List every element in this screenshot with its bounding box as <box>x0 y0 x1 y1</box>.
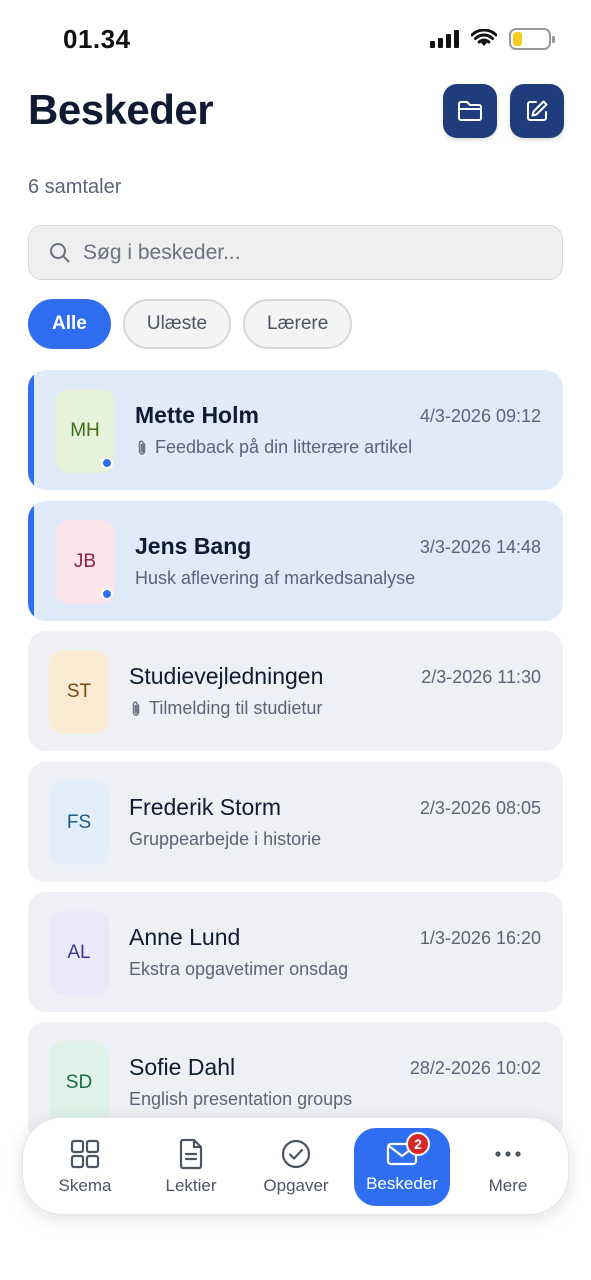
filter-all[interactable]: Alle <box>28 299 111 349</box>
message-sender: Studievejledningen <box>129 663 324 689</box>
compose-icon <box>527 100 548 121</box>
avatar-initials: MH <box>70 420 100 441</box>
message-subject: Gruppearbejde i historie <box>129 829 321 850</box>
folder-icon <box>458 101 482 121</box>
unread-dot <box>101 588 113 600</box>
page-title: Beskeder <box>28 86 214 133</box>
message-subject: Tilmelding til studietur <box>129 698 322 719</box>
grid-icon <box>70 1139 100 1169</box>
folder-button[interactable] <box>443 84 497 138</box>
unread-count-badge: 2 <box>406 1132 430 1156</box>
tab-beskeder[interactable]: Beskeder 2 <box>354 1128 450 1206</box>
tab-skema[interactable]: Skema <box>37 1128 133 1206</box>
message-item-mette-holm[interactable]: MH Mette Holm 4/3-2026 09:12 Feedback på… <box>28 370 563 490</box>
message-item-frederik-storm[interactable]: FS Frederik Storm 2/3-2026 08:05 Gruppea… <box>28 762 563 882</box>
message-date: 1/3-2026 16:20 <box>419 928 541 948</box>
signal-icon <box>430 30 459 48</box>
message-sender: Mette Holm <box>135 402 259 428</box>
avatar: ST <box>49 650 109 734</box>
filter-chips: Alle Ulæste Lærere <box>28 299 353 349</box>
avatar-initials: JB <box>73 551 97 572</box>
filter-teachers[interactable]: Lærere <box>243 299 353 349</box>
more-dots-icon <box>495 1151 521 1157</box>
paperclip-icon <box>138 439 146 455</box>
tab-mere[interactable]: Mere <box>460 1128 556 1206</box>
message-date: 2/3-2026 08:05 <box>419 798 541 818</box>
unread-dot <box>101 457 113 469</box>
tab-label: Opgaver <box>263 1176 329 1195</box>
tab-label: Beskeder <box>366 1174 438 1193</box>
avatar-initials: ST <box>66 681 92 702</box>
status-time: 01.34 <box>63 24 131 54</box>
message-subject: English presentation groups <box>129 1089 352 1110</box>
avatar: SD <box>49 1041 109 1125</box>
tab-label: Lektier <box>165 1176 217 1195</box>
tab-lektier[interactable]: Lektier <box>143 1128 239 1206</box>
message-subject-text: Feedback på din litterære artikel <box>155 437 413 457</box>
message-subject-text: Ekstra opgavetimer onsdag <box>129 959 349 979</box>
paperclip-icon <box>132 700 140 716</box>
filter-unread[interactable]: Ulæste <box>122 299 232 349</box>
avatar: MH <box>55 389 115 473</box>
message-subject-text: English presentation groups <box>129 1089 353 1109</box>
message-date: 28/2-2026 10:02 <box>409 1058 541 1078</box>
avatar: AL <box>49 911 109 995</box>
message-subject: Husk aflevering af markedsanalyse <box>135 568 415 589</box>
document-icon <box>179 1138 203 1170</box>
message-sender: Jens Bang <box>135 533 252 559</box>
tab-opgaver[interactable]: Opgaver <box>248 1128 344 1206</box>
status-bar: 01.34 <box>0 0 591 78</box>
avatar: JB <box>55 520 115 604</box>
message-subject-text: Husk aflevering af markedsanalyse <box>135 568 416 588</box>
message-sender: Anne Lund <box>129 924 241 950</box>
message-item-anne-lund[interactable]: AL Anne Lund 1/3-2026 16:20 Ekstra opgav… <box>28 892 563 1012</box>
check-circle-icon <box>281 1139 311 1169</box>
message-subject: Ekstra opgavetimer onsdag <box>129 959 348 980</box>
tab-bar: Skema Lektier Opgaver Beskeder 2 Mere <box>22 1117 569 1215</box>
search-input[interactable] <box>83 240 523 265</box>
message-date: 2/3-2026 11:30 <box>421 667 541 687</box>
message-subject-text: Gruppearbejde i historie <box>129 829 322 849</box>
wifi-icon <box>471 29 497 46</box>
compose-button[interactable] <box>510 84 564 138</box>
status-icons <box>430 28 555 50</box>
avatar-initials: AL <box>67 942 91 963</box>
tab-label: Mere <box>488 1176 528 1195</box>
message-item-jens-bang[interactable]: JB Jens Bang 3/3-2026 14:48 Husk aflever… <box>28 501 563 621</box>
tab-label: Skema <box>58 1176 112 1195</box>
message-item-studievejledningen[interactable]: ST Studievejledningen 2/3-2026 11:30 Til… <box>28 631 563 751</box>
avatar-initials: SD <box>65 1072 93 1093</box>
conversation-count: 6 samtaler <box>28 176 122 198</box>
search-bar[interactable] <box>28 225 563 280</box>
avatar-initials: FS <box>66 812 92 833</box>
message-date: 3/3-2026 14:48 <box>419 537 541 557</box>
message-sender: Sofie Dahl <box>129 1054 236 1080</box>
search-icon <box>50 242 70 262</box>
avatar: FS <box>49 781 109 865</box>
message-subject-text: Tilmelding til studietur <box>149 698 323 718</box>
message-date: 4/3-2026 09:12 <box>419 406 541 426</box>
message-subject: Feedback på din litterære artikel <box>135 437 412 458</box>
message-sender: Frederik Storm <box>129 794 282 820</box>
battery-icon <box>509 28 555 50</box>
